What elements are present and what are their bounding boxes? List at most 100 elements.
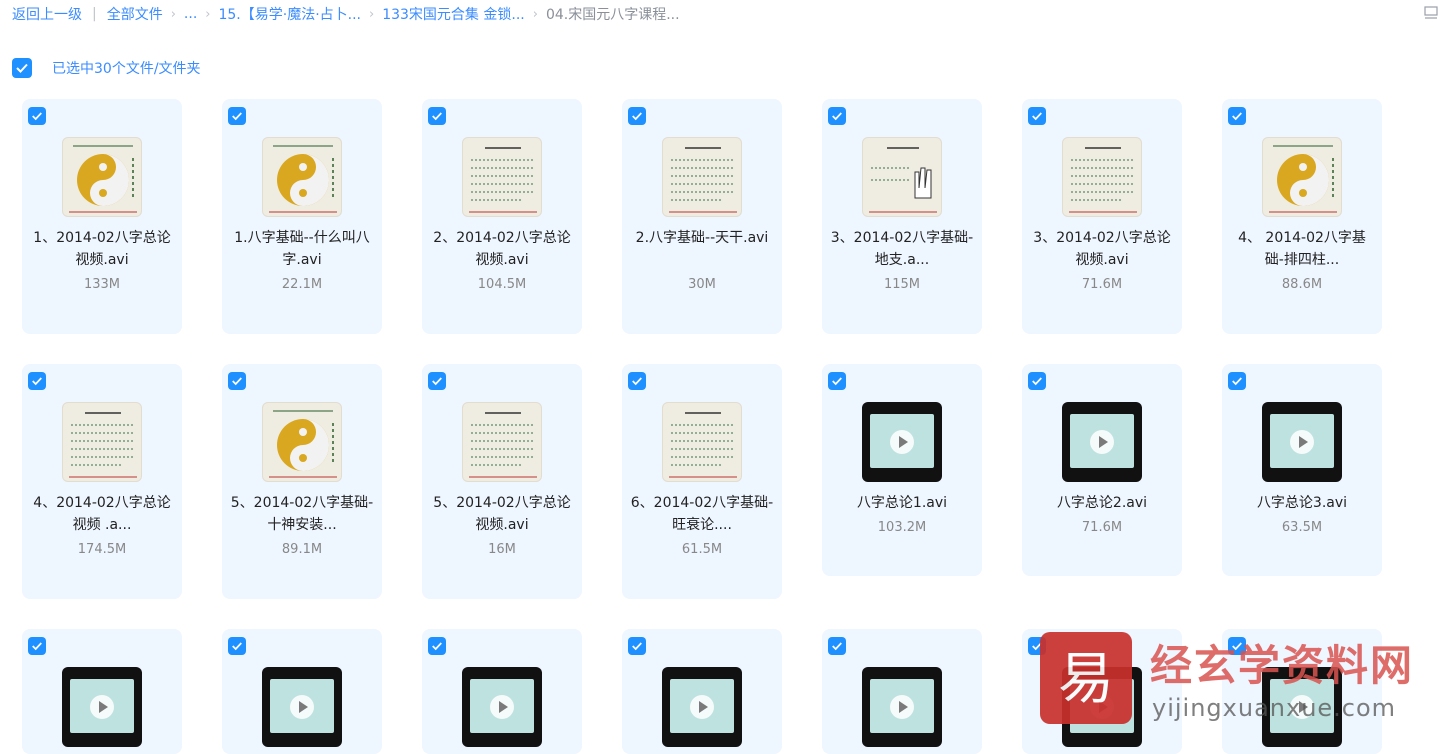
play-icon (1290, 430, 1314, 454)
file-name: 八字总论1.avi (856, 495, 948, 511)
file-size: 88.6M (1281, 277, 1323, 292)
file-name: 3、2014-02八字总论视频.avi (1033, 230, 1171, 268)
video-thumbnail (1062, 667, 1142, 747)
file-checkbox[interactable] (628, 107, 646, 125)
file-checkbox[interactable] (628, 637, 646, 655)
file-checkbox[interactable] (428, 637, 446, 655)
check-icon (16, 63, 28, 73)
selection-count: 已选中30个文件/文件夹 (52, 61, 201, 77)
breadcrumb-item-folder-1[interactable]: 15.【易学·魔法·占卜... (218, 4, 361, 24)
file-name: 3、2014-02八字基础-地支.a... (830, 230, 974, 268)
file-card[interactable]: 3、2014-02八字总论视频.avi 71.6M (1022, 99, 1182, 334)
file-name: 1、2014-02八字总论视频.avi (33, 230, 171, 268)
file-checkbox[interactable] (228, 107, 246, 125)
file-card[interactable]: 4、 2014-02八字基础-排四柱... 88.6M (1222, 99, 1382, 334)
file-size: 71.6M (1081, 520, 1123, 535)
file-card[interactable]: 5、2014-02八字基础-十神安装... 89.1M (222, 364, 382, 599)
file-checkbox[interactable] (28, 372, 46, 390)
file-card[interactable]: 八字总论3.avi 63.5M (1222, 364, 1382, 576)
video-thumbnail (462, 667, 542, 747)
file-checkbox[interactable] (828, 372, 846, 390)
file-name: 2、2014-02八字总论视频.avi (433, 230, 571, 268)
video-thumbnail (62, 137, 142, 217)
file-checkbox[interactable] (628, 372, 646, 390)
file-name: 2.八字基础--天干.avi (635, 230, 769, 246)
video-thumbnail (462, 137, 542, 217)
file-card[interactable]: 4、2014-02八字总论视频 .a... 174.5M (22, 364, 182, 599)
file-size: 16M (488, 542, 516, 557)
play-icon (490, 695, 514, 719)
chevron-right-icon: › (205, 6, 211, 22)
video-thumbnail (262, 667, 342, 747)
file-checkbox[interactable] (28, 637, 46, 655)
list-view-icon[interactable] (1424, 6, 1438, 20)
file-name: 4、 2014-02八字基础-排四柱... (1238, 230, 1366, 268)
breadcrumb-item-ellipsis[interactable]: ... (184, 6, 197, 22)
play-icon (290, 695, 314, 719)
video-thumbnail (462, 402, 542, 482)
file-card[interactable]: 2、2014-02八字总论视频.avi 104.5M (422, 99, 582, 334)
file-checkbox[interactable] (828, 107, 846, 125)
file-card[interactable] (1022, 629, 1182, 754)
video-thumbnail (62, 667, 142, 747)
breadcrumb-item-root[interactable]: 全部文件 (107, 4, 163, 24)
select-all-checkbox[interactable] (12, 58, 32, 78)
video-thumbnail (1262, 667, 1342, 747)
video-thumbnail (262, 137, 342, 217)
back-link[interactable]: 返回上一级 (12, 4, 82, 24)
file-card[interactable]: 2.八字基础--天干.avi 30M (622, 99, 782, 334)
file-name: 八字总论3.avi (1256, 495, 1348, 511)
file-checkbox[interactable] (1228, 372, 1246, 390)
video-thumbnail (662, 137, 742, 217)
video-thumbnail (862, 667, 942, 747)
file-card[interactable] (622, 629, 782, 754)
file-card[interactable] (22, 629, 182, 754)
video-thumbnail (62, 402, 142, 482)
file-size: 61.5M (681, 542, 723, 557)
file-card[interactable]: 1.八字基础--什么叫八字.avi 22.1M (222, 99, 382, 334)
file-checkbox[interactable] (28, 107, 46, 125)
file-size: 115M (883, 277, 921, 292)
play-icon (1090, 695, 1114, 719)
file-size: 30M (688, 277, 716, 292)
chevron-right-icon: › (369, 6, 375, 22)
file-size: 22.1M (281, 277, 323, 292)
file-name: 6、2014-02八字基础-旺衰论.... (630, 495, 774, 533)
file-checkbox[interactable] (428, 107, 446, 125)
file-card[interactable]: 八字总论2.avi 71.6M (1022, 364, 1182, 576)
file-size: 89.1M (281, 542, 323, 557)
file-size: 133M (83, 277, 121, 292)
file-card[interactable]: 1、2014-02八字总论视频.avi 133M (22, 99, 182, 334)
file-checkbox[interactable] (1028, 372, 1046, 390)
file-card[interactable]: 3、2014-02八字基础-地支.a... 115M (822, 99, 982, 334)
file-name: 4、2014-02八字总论视频 .a... (33, 495, 171, 533)
file-checkbox[interactable] (1228, 637, 1246, 655)
file-card[interactable]: 6、2014-02八字基础-旺衰论.... 61.5M (622, 364, 782, 599)
divider: | (92, 6, 97, 22)
video-thumbnail (262, 402, 342, 482)
file-card[interactable]: 5、2014-02八字总论视频.avi 16M (422, 364, 582, 599)
file-card[interactable] (222, 629, 382, 754)
file-checkbox[interactable] (1028, 637, 1046, 655)
file-checkbox[interactable] (428, 372, 446, 390)
file-name: 5、2014-02八字总论视频.avi (433, 495, 571, 533)
file-checkbox[interactable] (1228, 107, 1246, 125)
play-icon (90, 695, 114, 719)
file-checkbox[interactable] (1028, 107, 1046, 125)
breadcrumb-item-folder-2[interactable]: 133宋国元合集 金锁... (382, 4, 525, 24)
play-icon (690, 695, 714, 719)
play-icon (1090, 430, 1114, 454)
play-icon (890, 430, 914, 454)
file-card[interactable] (1222, 629, 1382, 754)
file-name: 八字总论2.avi (1056, 495, 1148, 511)
file-checkbox[interactable] (228, 637, 246, 655)
file-card[interactable] (822, 629, 982, 754)
file-card[interactable] (422, 629, 582, 754)
file-size: 63.5M (1281, 520, 1323, 535)
file-card[interactable]: 八字总论1.avi 103.2M (822, 364, 982, 576)
video-thumbnail (862, 137, 942, 217)
file-checkbox[interactable] (828, 637, 846, 655)
breadcrumb: 返回上一级 | 全部文件 › ... › 15.【易学·魔法·占卜... › 1… (12, 4, 680, 24)
file-checkbox[interactable] (228, 372, 246, 390)
video-thumbnail (662, 667, 742, 747)
